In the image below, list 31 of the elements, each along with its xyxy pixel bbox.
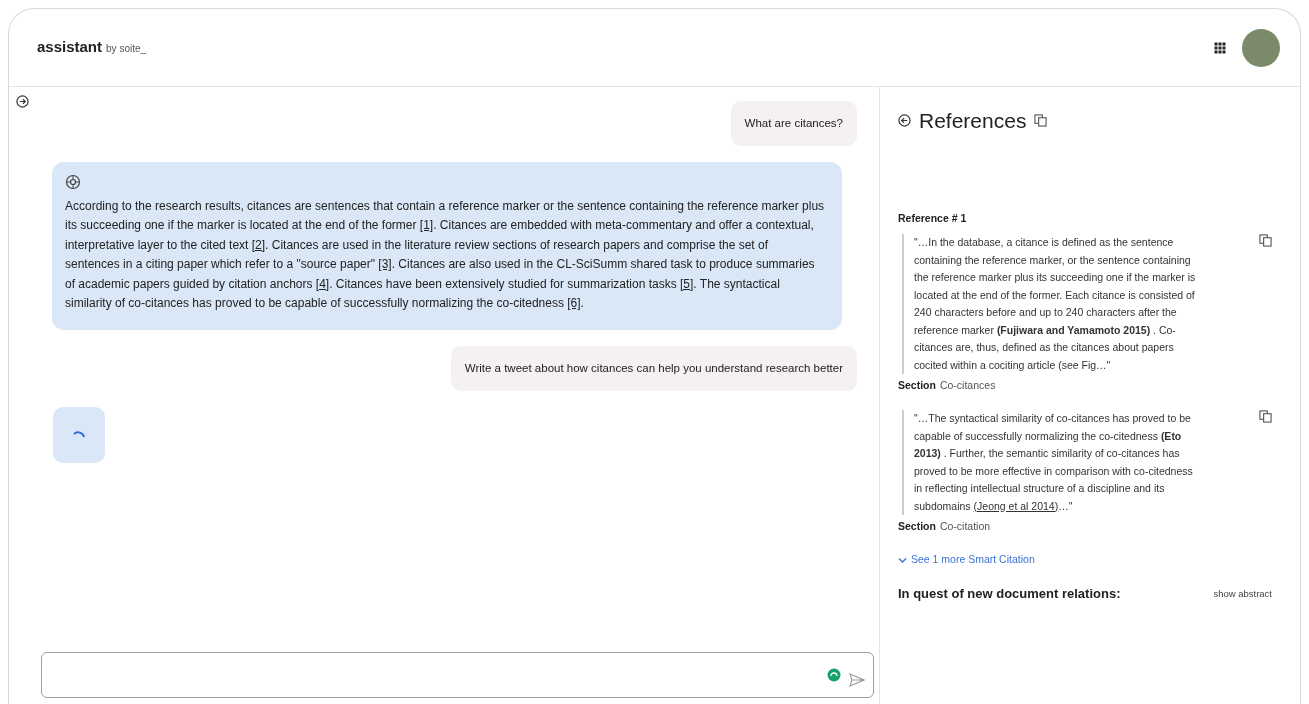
- copy-icon[interactable]: [1259, 410, 1272, 423]
- show-abstract-link[interactable]: show abstract: [1213, 586, 1272, 601]
- reference-link[interactable]: (Jeong et al 2014): [973, 499, 1059, 512]
- bot-icon: [65, 174, 81, 191]
- more-citations-link[interactable]: See 1 more Smart Citation: [898, 552, 1035, 569]
- copy-icon[interactable]: [1034, 114, 1048, 128]
- document-title: In quest of new document relations:: [898, 585, 1121, 604]
- reference-heading: Reference # 1: [898, 210, 968, 226]
- citation-link[interactable]: [6]: [567, 296, 581, 311]
- section-label: Section: [898, 378, 936, 394]
- app-byline: by soite_: [106, 42, 147, 57]
- avatar[interactable]: [1242, 28, 1280, 67]
- message-input[interactable]: [41, 652, 874, 698]
- chevron-down-icon: [898, 556, 907, 564]
- send-icon[interactable]: [849, 673, 865, 687]
- section-name: Co-citation: [939, 519, 991, 534]
- quote-text: "…In the database, a citance is defined as the sentence containing the reference marker, or the sentence containing the reference marker plus its succeeding one if the marker is located at the end of the former. Each citance is consisted of 240 characters before and up to 240 characters after the reference marker (Fujiwara and Yamamoto 2015) . Co-citances are, thus, defined as the citances about papers cocited within a cociting article (see Fig…": [902, 234, 1202, 375]
- collapse-icon[interactable]: [898, 114, 911, 128]
- section-name: Co-citances: [939, 378, 996, 394]
- user-message: What are citances?: [730, 101, 857, 147]
- grammar-icon[interactable]: [827, 668, 841, 682]
- copy-icon[interactable]: [1259, 234, 1272, 248]
- apps-grid-icon[interactable]: [1214, 41, 1226, 54]
- panel-title: References: [919, 108, 1027, 134]
- user-message: Write a tweet about how citances can help you understand research better: [450, 345, 857, 391]
- citation-link[interactable]: [3]: [378, 257, 392, 272]
- expand-icon[interactable]: [16, 95, 29, 108]
- section-label: Section: [898, 519, 936, 534]
- quote-text: "…The syntactical similarity of co-citances has proved to be capable of successfully normalizing the co-citedness (Eto 2013) . Further, the semantic similarity of co-citances has proved to be more effective in comparison with co-citedness in reflecting intellectual structure of a discipline and its subdomains (Jeong et al 2014)…": [902, 410, 1202, 515]
- app-title: assistant: [37, 37, 103, 58]
- answer-text: According to the research results, citances are sentences that contain a reference marker or the sentence containing the reference marker plus its succeeding one if the marker is located at the end of the former [1]. Citances are embedded with meta-commentary and offer a contextual, interpretative layer to the cited text [2]. Citances are used in the literature review sections of research papers and comprise the set of sentences in a citing paper which refer to a "source paper" [3]. Citances are also used in the CL-SciSumm shared task to produce summaries of academic papers guided by citation anchors [4]. Citances have been extensively studied for summarization tasks [5]. The syntactical similarity of co-citances has proved to be capable of successfully normalizing the co-citedness [6].: [65, 197, 826, 313]
